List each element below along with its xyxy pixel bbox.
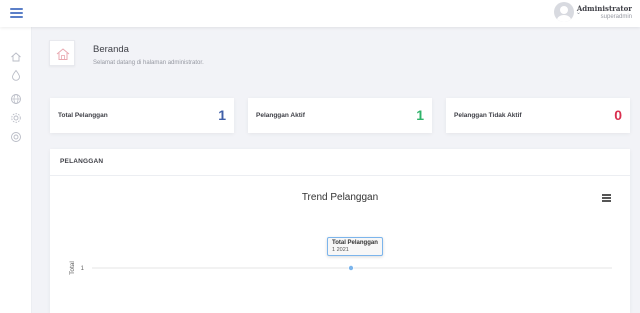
chart-tooltip: Total Pelanggan 1 2021: [327, 237, 383, 256]
stat-card-inactive: Pelanggan Tidak Aktif 0: [446, 98, 630, 133]
stat-label: Pelanggan Aktif: [256, 112, 305, 119]
globe-icon[interactable]: [10, 93, 22, 105]
stat-card-total: Total Pelanggan 1: [50, 98, 234, 133]
stat-label: Pelanggan Tidak Aktif: [454, 112, 522, 119]
user-avatar[interactable]: [554, 2, 574, 22]
user-role: superadmin: [600, 14, 632, 20]
stat-value: 0: [614, 107, 622, 123]
stat-card-active: Pelanggan Aktif 1: [248, 98, 432, 133]
y-axis-label: Total: [69, 261, 76, 275]
data-point[interactable]: [347, 265, 354, 272]
chart-title: Trend Pelanggan: [302, 192, 378, 203]
top-bar: ⌄ Administrator superadmin: [0, 0, 640, 27]
user-name[interactable]: Administrator: [577, 4, 632, 13]
page-icon-box: [49, 40, 75, 66]
page-header: Beranda Selamat datang di halaman admini…: [36, 27, 640, 86]
drop-icon[interactable]: [10, 69, 22, 81]
chart-menu-icon[interactable]: [602, 194, 611, 202]
y-tick-label: 1: [81, 266, 85, 272]
chart-marks: [347, 265, 354, 272]
home-icon: [56, 48, 70, 60]
settings-icon[interactable]: [10, 112, 22, 124]
stat-label: Total Pelanggan: [58, 112, 108, 119]
hamburger-menu-icon[interactable]: [10, 8, 23, 18]
panel-title: PELANGGAN: [60, 158, 104, 165]
stat-value: 1: [416, 107, 424, 123]
chart-grid: 1: [81, 266, 612, 272]
stat-value: 1: [218, 107, 226, 123]
customer-panel: PELANGGAN Trend Pelanggan Total 1 Total …: [50, 149, 630, 313]
tooltip-title: Total Pelanggan: [332, 240, 378, 246]
page-title: Beranda: [93, 44, 129, 55]
life-ring-icon[interactable]: [10, 131, 22, 143]
page-subtitle: Selamat datang di halaman administrator.: [93, 60, 204, 66]
tooltip-value: 1 2021: [332, 247, 349, 253]
home-icon[interactable]: [10, 51, 22, 63]
sidebar: [0, 27, 32, 313]
